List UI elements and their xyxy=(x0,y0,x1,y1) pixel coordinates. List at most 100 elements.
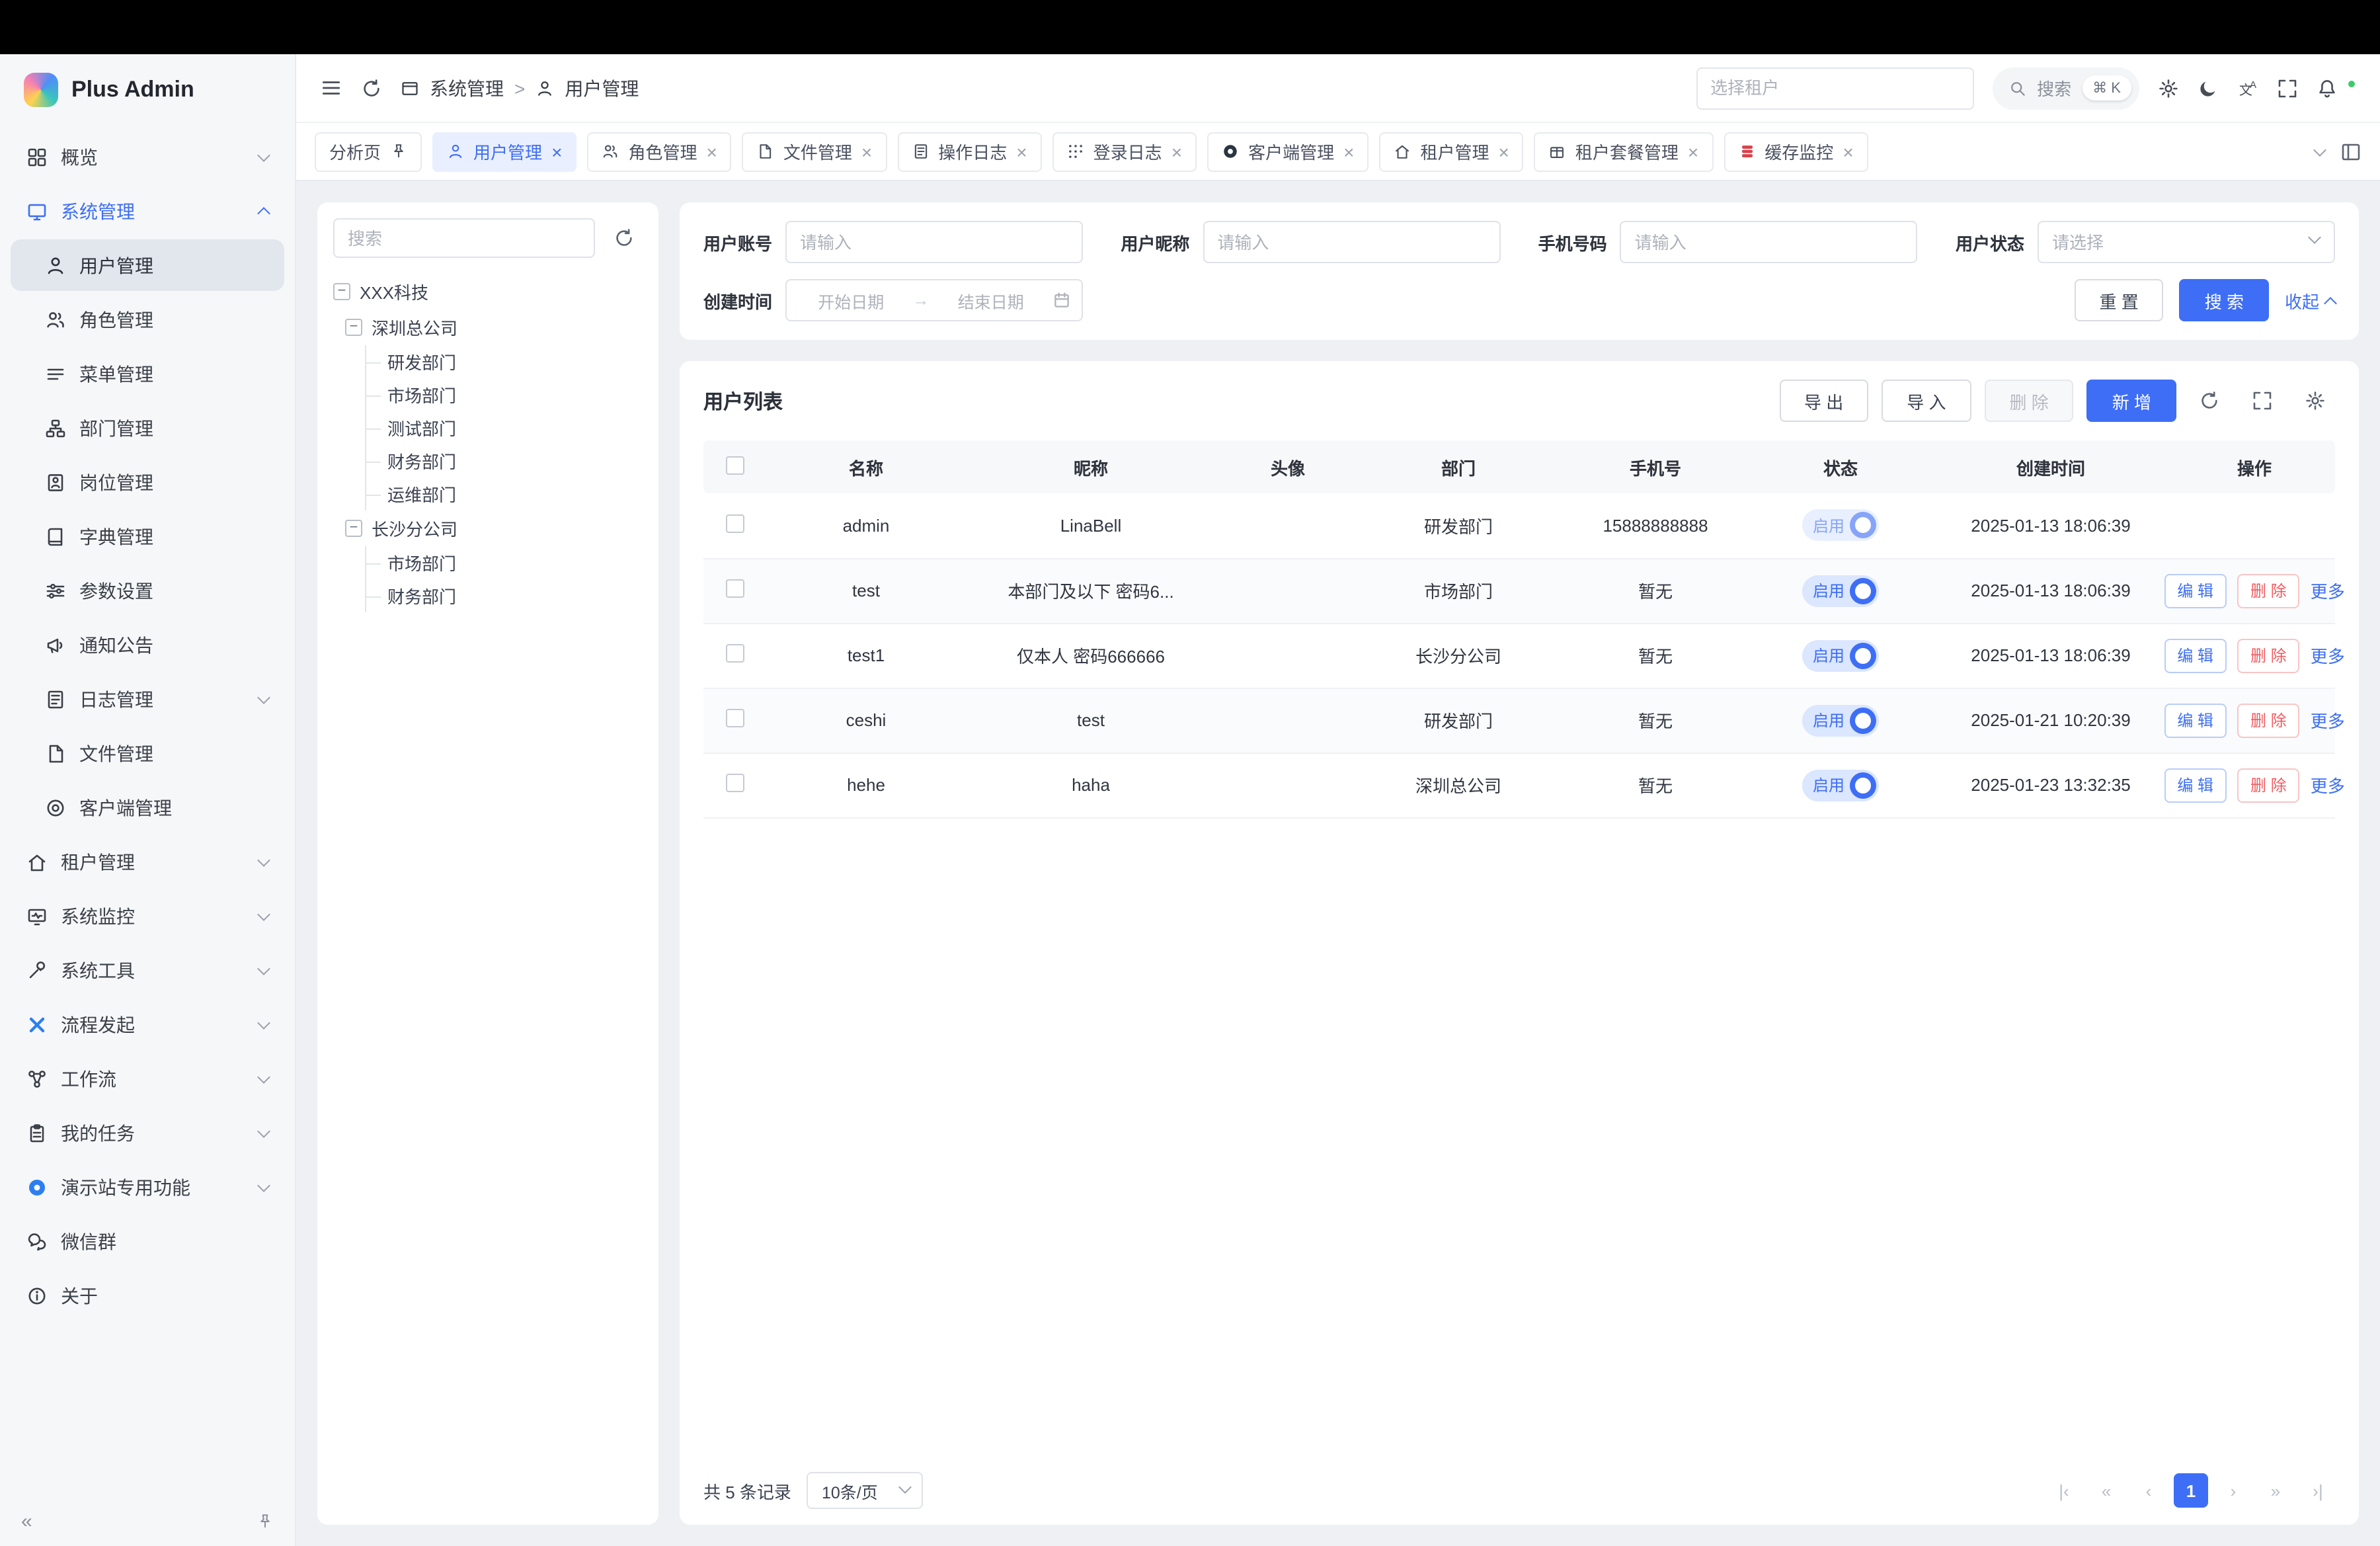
sidebar-item-about[interactable]: 关于 xyxy=(11,1270,284,1321)
more-link[interactable]: 更多 xyxy=(2311,578,2345,603)
translate-icon[interactable]: 文A xyxy=(2237,77,2258,99)
search-button[interactable]: 搜 索 xyxy=(2180,279,2269,321)
tree-leaf-department[interactable]: 测试部门 xyxy=(366,411,643,444)
edit-button[interactable]: 编 辑 xyxy=(2164,703,2227,737)
sidebar-item-tenant-management[interactable]: 租户管理 xyxy=(11,836,284,887)
status-toggle[interactable]: 启用 xyxy=(1802,769,1879,801)
row-checkbox[interactable] xyxy=(726,774,744,792)
account-input[interactable] xyxy=(785,221,1083,263)
tree-refresh-icon[interactable] xyxy=(606,220,643,257)
sidebar-item-notice-announcement[interactable]: 通知公告 xyxy=(11,619,284,671)
sidebar-item-overview[interactable]: 概览 xyxy=(11,131,284,183)
reset-button[interactable]: 重 置 xyxy=(2074,279,2163,321)
tree-leaf-department[interactable]: 运维部门 xyxy=(366,477,643,510)
tab-client-management[interactable]: 客户端管理 × xyxy=(1207,132,1368,171)
sidebar-item-process-initiation[interactable]: 流程发起 xyxy=(11,998,284,1050)
prev-page-button[interactable]: ‹ xyxy=(2131,1473,2166,1508)
tree-search-input[interactable] xyxy=(333,218,595,258)
edit-button[interactable]: 编 辑 xyxy=(2164,638,2227,672)
tree-node-root[interactable]: − XXX科技 xyxy=(333,274,643,309)
date-range-picker[interactable]: 开始日期 → 结束日期 xyxy=(785,279,1083,321)
nickname-input[interactable] xyxy=(1203,221,1500,263)
table-fullscreen-icon[interactable] xyxy=(2242,381,2282,421)
tab-login-log[interactable]: 登录日志 × xyxy=(1052,132,1197,171)
tree-leaf-department[interactable]: 市场部门 xyxy=(366,378,643,411)
table-columns-gear-icon[interactable] xyxy=(2295,381,2335,421)
tree-node-company[interactable]: − 深圳总公司 xyxy=(345,309,643,345)
status-select-input[interactable] xyxy=(2038,221,2335,263)
next-5-pages-button[interactable]: » xyxy=(2258,1473,2293,1508)
breadcrumb-section[interactable]: 系统管理 xyxy=(430,75,504,101)
tab-tenant-package-management[interactable]: 租户套餐管理 × xyxy=(1534,132,1713,171)
tab-file-management[interactable]: 文件管理 × xyxy=(742,132,887,171)
sidebar-item-role-management[interactable]: 角色管理 xyxy=(11,294,284,345)
tab-role-management[interactable]: 角色管理 × xyxy=(587,132,731,171)
edit-button[interactable]: 编 辑 xyxy=(2164,768,2227,802)
tenant-select-input[interactable] xyxy=(1696,67,1973,109)
tree-leaf-department[interactable]: 研发部门 xyxy=(366,345,643,378)
tree-leaf-department[interactable]: 市场部门 xyxy=(366,546,643,579)
select-all-checkbox[interactable] xyxy=(726,456,744,474)
close-icon[interactable]: × xyxy=(1688,142,1698,161)
import-button[interactable]: 导 入 xyxy=(1882,380,1971,422)
edit-button[interactable]: 编 辑 xyxy=(2164,573,2227,608)
prev-5-pages-button[interactable]: « xyxy=(2089,1473,2123,1508)
tab-analysis[interactable]: 分析页 xyxy=(315,132,422,171)
close-icon[interactable]: × xyxy=(1499,142,1509,161)
close-icon[interactable]: × xyxy=(1343,142,1354,161)
table-refresh-icon[interactable] xyxy=(2190,381,2229,421)
status-select[interactable] xyxy=(2038,221,2335,263)
sidebar-item-system-monitor[interactable]: 系统监控 xyxy=(11,890,284,942)
sidebar-item-wechat-group[interactable]: 微信群 xyxy=(11,1215,284,1267)
sidebar-item-file-management[interactable]: 文件管理 xyxy=(11,727,284,779)
hamburger-menu-icon[interactable] xyxy=(320,77,342,99)
settings-gear-icon[interactable] xyxy=(2158,77,2179,99)
sidebar-item-client-management[interactable]: 客户端管理 xyxy=(11,782,284,833)
tree-leaf-department[interactable]: 财务部门 xyxy=(366,444,643,477)
row-checkbox[interactable] xyxy=(726,579,744,598)
fullscreen-icon[interactable] xyxy=(2277,77,2298,99)
tree-node-company[interactable]: − 长沙分公司 xyxy=(345,510,643,546)
close-icon[interactable]: × xyxy=(706,142,717,161)
next-page-button[interactable]: › xyxy=(2216,1473,2250,1508)
add-button[interactable]: 新 增 xyxy=(2087,380,2176,422)
more-link[interactable]: 更多 xyxy=(2311,708,2345,733)
phone-input[interactable] xyxy=(1620,221,1918,263)
close-icon[interactable]: × xyxy=(1171,142,1182,161)
tab-cache-monitor[interactable]: 缓存监控 × xyxy=(1724,132,1868,171)
global-search[interactable]: 搜索 ⌘ K xyxy=(1992,67,2139,109)
close-icon[interactable]: × xyxy=(1016,142,1027,161)
tree-expander-icon[interactable]: − xyxy=(345,319,362,336)
close-icon[interactable]: × xyxy=(1843,142,1853,161)
delete-row-button[interactable]: 删 除 xyxy=(2237,768,2300,802)
delete-row-button[interactable]: 删 除 xyxy=(2237,703,2300,737)
more-link[interactable]: 更多 xyxy=(2311,772,2345,797)
content-fullscreen-icon[interactable] xyxy=(2340,141,2361,162)
delete-row-button[interactable]: 删 除 xyxy=(2237,573,2300,608)
sidebar-item-system-tools[interactable]: 系统工具 xyxy=(11,944,284,996)
export-button[interactable]: 导 出 xyxy=(1779,380,1868,422)
tab-tenant-management[interactable]: 租户管理 × xyxy=(1379,132,1523,171)
status-toggle[interactable]: 启用 xyxy=(1802,575,1879,606)
first-page-button[interactable]: |‹ xyxy=(2047,1473,2081,1508)
close-icon[interactable]: × xyxy=(861,142,872,161)
delete-button[interactable]: 删 除 xyxy=(1985,380,2074,422)
collapse-sidebar-button[interactable]: « xyxy=(21,1510,32,1532)
sidebar-item-post-management[interactable]: 岗位管理 xyxy=(11,456,284,508)
sidebar-item-demo-features[interactable]: 演示站专用功能 xyxy=(11,1161,284,1213)
tree-expander-icon[interactable]: − xyxy=(333,283,350,300)
sidebar-item-parameter-settings[interactable]: 参数设置 xyxy=(11,565,284,616)
pin-icon[interactable] xyxy=(390,143,407,160)
page-size-select[interactable]: 10条/页 xyxy=(807,1472,924,1509)
sidebar-item-user-management[interactable]: 用户管理 xyxy=(11,239,284,291)
status-toggle[interactable]: 启用 xyxy=(1802,510,1879,542)
tab-operation-log[interactable]: 操作日志 × xyxy=(897,132,1041,171)
page-number-current[interactable]: 1 xyxy=(2174,1473,2208,1508)
tree-expander-icon[interactable]: − xyxy=(345,520,362,537)
status-toggle[interactable]: 启用 xyxy=(1802,639,1879,671)
notifications-bell-icon[interactable] xyxy=(2317,77,2338,99)
dark-mode-moon-icon[interactable] xyxy=(2198,77,2219,99)
last-page-button[interactable]: ›| xyxy=(2301,1473,2335,1508)
sidebar-item-menu-management[interactable]: 菜单管理 xyxy=(11,348,284,399)
tab-list-dropdown-icon[interactable] xyxy=(2313,143,2326,156)
